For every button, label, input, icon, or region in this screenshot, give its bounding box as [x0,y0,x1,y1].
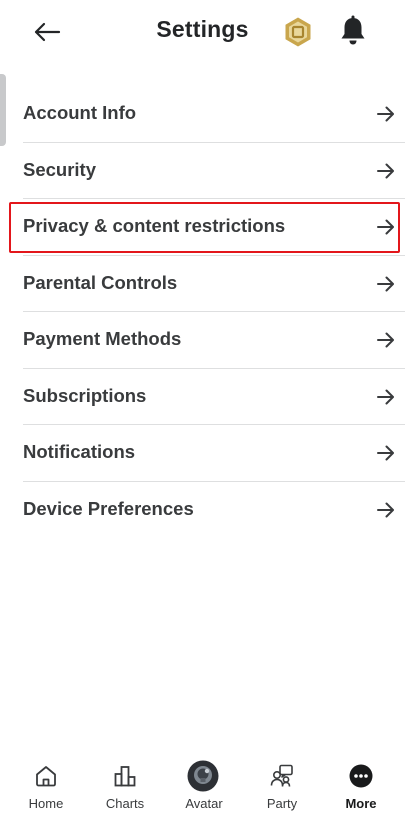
menu-item-subscriptions[interactable]: Subscriptions [0,369,405,425]
menu-item-label: Parental Controls [23,271,178,293]
menu-item-privacy[interactable]: Privacy & content restrictions [0,199,405,256]
menu-item-label: Notifications [23,441,136,462]
menu-item-notifications[interactable]: Notifications [0,425,405,482]
menu-item-label: Account Info [23,102,137,123]
nav-more[interactable]: More [325,753,395,823]
arrow-right-icon [377,276,394,291]
menu-item-device-preferences[interactable]: Device Preferences [0,482,405,539]
menu-item-account-info[interactable]: Account Info [0,86,405,143]
charts-icon [112,763,138,789]
menu-item-label: Subscriptions [23,384,147,406]
robux-button[interactable] [282,16,314,48]
menu-item-label: Payment Methods [23,328,182,349]
party-icon [269,763,295,789]
notifications-button[interactable] [337,14,369,48]
menu-item-label: Privacy & content restrictions [23,215,286,236]
arrow-right-icon [377,219,394,235]
settings-menu: Account Info Security Privacy & content … [0,86,405,538]
bottom-nav: Home Charts Avatar Party More [0,753,405,823]
menu-item-parental-controls[interactable]: Parental Controls [0,256,405,312]
menu-item-label: Device Preferences [23,497,194,519]
more-icon [348,763,374,789]
nav-label: Home [28,796,64,811]
nav-label: More [345,796,377,811]
home-icon [33,763,59,789]
nav-charts[interactable]: Charts [89,753,159,823]
header-bar: Settings [0,0,405,64]
nav-home[interactable]: Home [10,753,80,823]
menu-item-label: Security [23,158,97,180]
nav-label: Party [266,796,298,811]
arrow-right-icon [377,106,394,122]
robux-icon [285,17,311,47]
bell-icon [341,15,365,45]
nav-label: Avatar [185,796,223,811]
arrow-right-icon [377,445,394,461]
nav-label: Charts [105,796,145,811]
arrow-right-icon [377,163,394,178]
nav-party[interactable]: Party [246,753,316,823]
menu-item-security[interactable]: Security [0,143,405,199]
nav-avatar[interactable]: Avatar [168,753,238,823]
menu-item-payment-methods[interactable]: Payment Methods [0,312,405,369]
avatar-icon [187,760,219,792]
arrow-right-icon [377,502,394,517]
arrow-right-icon [377,332,394,348]
arrow-right-icon [377,389,394,404]
